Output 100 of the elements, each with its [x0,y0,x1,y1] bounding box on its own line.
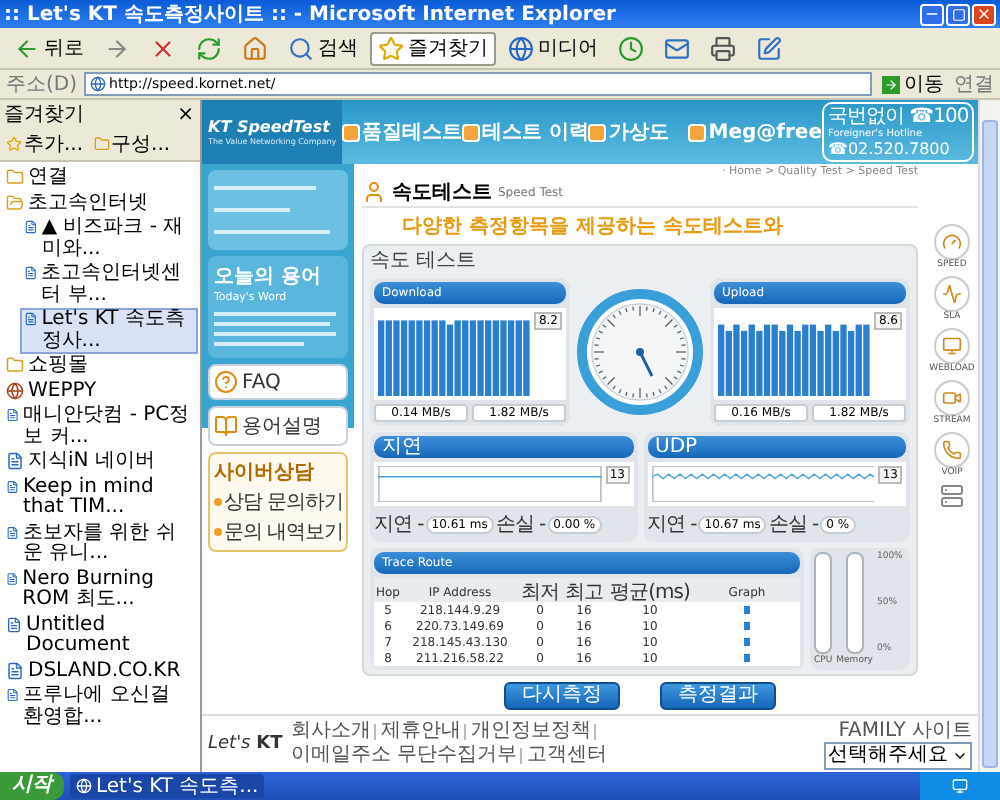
favorite-item[interactable]: Untitled Document [2,613,198,659]
favorite-item[interactable]: 연결 [2,166,198,191]
tool-link[interactable] [934,432,970,468]
printer-icon [710,35,736,61]
page-icon [24,310,38,328]
hotline-text: 국번없이 ☎100 [828,106,969,128]
retest-button[interactable]: 다시측정 [504,682,620,710]
folder-icon [93,136,110,152]
globe-icon [6,381,24,399]
favorite-item[interactable]: Let's KT 속도측정사... [20,308,198,354]
login-panel [208,170,348,250]
footer-link[interactable]: 이메일주소 무단수집거부 [290,744,517,768]
taskbar-item[interactable]: Let's KT 속도측... [70,774,265,798]
star-icon [378,35,404,61]
back-button[interactable]: 뒤로 [6,31,92,65]
stat-label: 지연 - [647,512,697,538]
favorite-item[interactable]: 프루나에 오신걸 환영합... [2,684,198,730]
speed-gauge-drawing [576,288,704,416]
nav-icon [342,123,360,141]
side-link[interactable]: 용어설명 [208,406,348,446]
tool-link[interactable] [934,224,970,260]
side-link[interactable]: FAQ [208,364,348,400]
scrollbar[interactable] [978,100,1000,772]
page-icon [89,76,106,92]
address-label: 주소(D) [6,72,78,98]
start-button[interactable]: 시작 [0,772,64,800]
favorite-item[interactable]: Nero Burning ROM 최도... [2,567,198,613]
home-icon [242,35,268,61]
column-header: 최저 [519,580,561,605]
close-button[interactable] [972,3,996,25]
pen-icon [756,35,782,61]
favorite-item[interactable]: 지식iN 네이버 [2,450,198,475]
footer-link[interactable]: 회사소개 [290,720,371,744]
result-button[interactable]: 측정결과 [660,682,776,710]
arrow-right-icon [882,75,900,93]
hotline-number: ☎02.520.7800 [828,140,950,158]
consult-link[interactable]: 문의 내역보기 [214,518,342,546]
stat-label: 지연 - [374,512,424,538]
favorite-item[interactable]: 초고속인터넷 [2,191,198,216]
favorite-item[interactable]: 쇼핑몰 [2,354,198,379]
panel-header: 지연 [374,436,633,458]
favorite-item[interactable]: 초고속인터넷센터 부... [20,262,198,308]
go-button[interactable]: 이동 [878,72,948,96]
tool-link[interactable] [933,328,970,364]
column-header: 평균(ms) [608,580,692,605]
pulse-icon [942,284,962,304]
favorite-item[interactable]: ▲ 비즈파크 - 재미와... [20,216,198,262]
footer-link[interactable]: 제휴안내 [380,720,461,744]
mail-icon [664,35,690,61]
server-icon [940,484,964,508]
page-icon [6,477,19,495]
favorite-item[interactable]: Keep in mind that TIM... [2,475,198,521]
page-icon [6,452,24,470]
close-icon [150,35,176,61]
search-icon [288,35,314,61]
tool-link[interactable] [934,276,970,312]
close-button[interactable]: × [175,103,196,125]
video-camera-icon [941,388,962,408]
minimize-button[interactable] [920,3,944,25]
family-select[interactable]: 선택해주세요 [824,741,972,769]
maximize-button[interactable] [946,3,970,25]
tool-link[interactable] [933,380,970,416]
page-icon [24,264,38,282]
favorite-item[interactable]: 초보자를 위한 쉬운 유니... [2,521,198,567]
stat-label: 손실 - [768,512,819,538]
favorites-button[interactable]: 즐겨찾기 [370,31,496,65]
globe-icon [508,35,534,61]
favorite-item[interactable]: 매니안닷컴 - PC정보 커... [2,404,198,450]
organize-button[interactable]: 구성... [91,130,173,158]
word-title: 오늘의 용어 [214,264,323,290]
page-icon [6,569,19,587]
monitor-icon [952,778,968,794]
book-icon [214,414,238,438]
consult-title: 사이버상담 [214,460,316,486]
page-icon [6,661,24,679]
help-icon [214,370,238,394]
page-icon [6,615,22,633]
media-button[interactable]: 미디어 [500,31,606,65]
arrow-left-icon [14,35,40,61]
close-icon [976,6,992,22]
consult-link[interactable]: 상담 문의하기 [214,488,342,516]
headline: 다양한 측정항목을 제공하는 속도테스트와 [402,214,785,240]
footer-link[interactable]: 고객센터 [526,744,607,768]
nav-icon [588,123,607,141]
stat-label: 손실 - [495,512,546,538]
page-icon [6,686,20,704]
favorite-item[interactable]: WEPPY [2,379,198,404]
links-label[interactable]: 연결 [954,70,994,98]
phone-icon [942,440,962,460]
footer-link[interactable]: 개인정보정책 [470,720,591,744]
favorite-item[interactable]: DSLAND.CO.KR [2,659,198,684]
page-icon [24,218,38,236]
star-icon [6,136,22,152]
search-button[interactable]: 검색 [280,31,366,65]
arrow-right-icon [104,35,130,61]
panel-header: UDP [647,436,906,458]
refresh-icon [196,35,222,61]
monitor-icon [941,336,962,356]
nav-icon [462,123,480,141]
add-button[interactable]: 추가... [4,130,86,158]
